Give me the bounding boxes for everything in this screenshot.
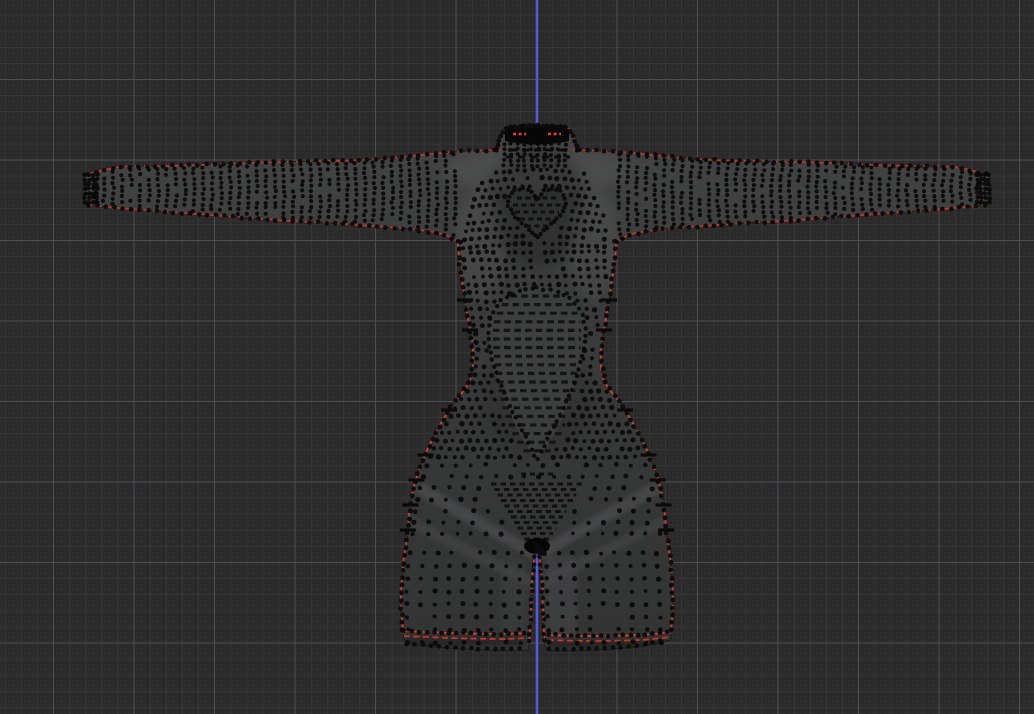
viewport-canvas[interactable] — [0, 0, 1034, 714]
3d-viewport[interactable] — [0, 0, 1034, 714]
